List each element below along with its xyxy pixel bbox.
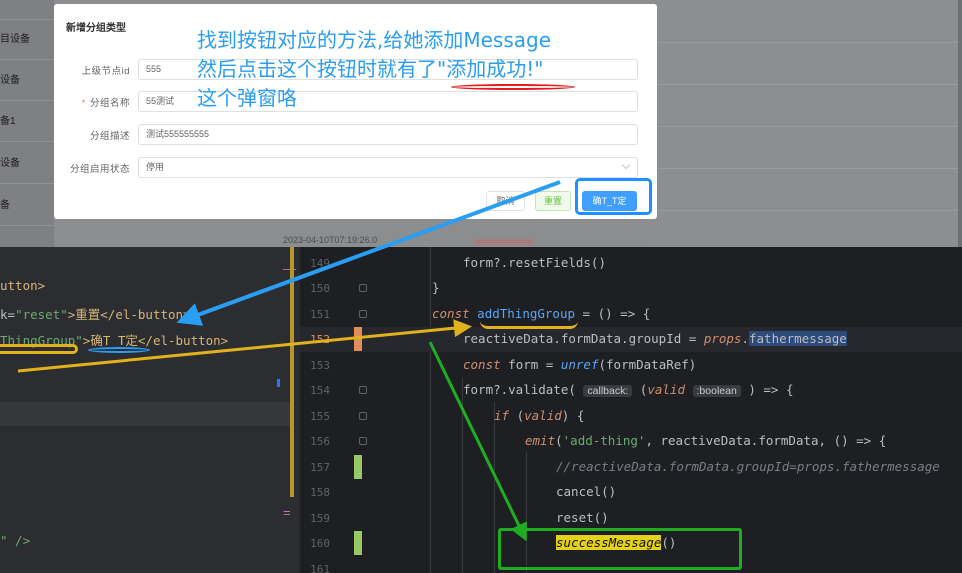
- fold-icon[interactable]: [359, 437, 367, 445]
- code-row: 150 }: [300, 276, 962, 301]
- code-text: form?.validate( callback: (valid :boolea…: [463, 382, 794, 397]
- code-text: if (valid) {: [494, 408, 585, 423]
- form-row-status: 分组启用状态 停用: [54, 157, 657, 179]
- yellow-underline: [480, 321, 578, 329]
- change-marker: [354, 531, 362, 555]
- required-star: *: [81, 98, 86, 109]
- line-number: 156: [310, 435, 330, 448]
- code-text: reset(): [556, 510, 609, 525]
- sidebar-item[interactable]: 设备: [0, 144, 54, 184]
- line-number: 153: [310, 359, 330, 372]
- code-row: 154 form?.validate( callback: (valid :bo…: [300, 378, 962, 403]
- line-number: 152: [310, 333, 330, 346]
- sidebar-item[interactable]: 设备: [0, 61, 54, 101]
- sidebar-item[interactable]: 备1: [0, 102, 54, 142]
- field-label: 上级节点id: [81, 66, 130, 77]
- line-number: 160: [310, 537, 330, 550]
- code-row: 152 reactiveData.formData.groupId = prop…: [300, 327, 962, 352]
- field-label: * 分组名称: [82, 95, 130, 109]
- line-number: 158: [310, 486, 330, 499]
- code-text: emit('add-thing', reactiveData.formData,…: [525, 433, 887, 448]
- yellow-underline: [0, 344, 78, 354]
- blue-underline: [88, 347, 150, 353]
- reset-button[interactable]: 重置: [535, 191, 571, 211]
- code-line: k="reset">重置</el-button>: [0, 307, 191, 322]
- select-value: 停用: [146, 162, 165, 172]
- scroll-indicator[interactable]: [290, 247, 294, 497]
- chevron-down-icon: [621, 160, 631, 170]
- sidebar-item[interactable]: 目设备: [0, 20, 54, 60]
- fold-icon[interactable]: [359, 412, 367, 420]
- code-text: //reactiveData.formData.groupId=props.fa…: [556, 459, 940, 474]
- group-desc-input[interactable]: 测试555555555: [138, 124, 638, 145]
- code-line: " />: [0, 533, 31, 548]
- sidebar-item[interactable]: [0, 0, 54, 20]
- line-number: 151: [310, 308, 330, 321]
- code-row: 156 emit('add-thing', reactiveData.formD…: [300, 429, 962, 454]
- sidebar-item[interactable]: 备: [0, 186, 54, 226]
- code-text: const addThingGroup = () => {: [432, 306, 651, 321]
- annotation-line: 找到按钮对应的方法,给她添加Message: [197, 28, 552, 52]
- current-line-highlight: [0, 402, 290, 426]
- line-number: 157: [310, 461, 330, 474]
- change-marker: [354, 327, 362, 351]
- change-marker: [354, 455, 362, 479]
- timestamp-text: 2023-04-10T07:19:26.0: [283, 235, 378, 245]
- cancel-button[interactable]: 取消: [486, 191, 525, 211]
- green-highlight-box: [498, 528, 742, 570]
- script-pane: 149 form?.resetFields() 150 } 151 const …: [300, 247, 962, 573]
- form-row-group-desc: 分组描述 测试555555555: [54, 124, 657, 146]
- fold-icon[interactable]: [359, 284, 367, 292]
- field-label: 分组描述: [89, 131, 130, 142]
- confirm-highlight-box: [575, 178, 652, 215]
- red-underline: [451, 84, 575, 90]
- template-pane: utton> k="reset">重置</el-button> ThingGro…: [0, 247, 296, 573]
- change-marker-icon: =: [283, 505, 291, 520]
- dialog-title: 新增分组类型: [66, 23, 126, 34]
- fold-icon[interactable]: [359, 386, 367, 394]
- code-line: utton>: [0, 278, 46, 293]
- annotation-text: 找到按钮对应的方法,给她添加Message 然后点击这个按钮时就有了"添加成功!…: [197, 26, 551, 113]
- fold-icon[interactable]: [359, 310, 367, 318]
- line-number: 155: [310, 410, 330, 423]
- code-row: 158 cancel(): [300, 480, 962, 505]
- line-number: 154: [310, 384, 330, 397]
- code-row: 155 if (valid) {: [300, 404, 962, 429]
- code-row: 153 const form = unref(formDataRef): [300, 353, 962, 378]
- line-number: 149: [310, 257, 330, 270]
- field-label: 分组启用状态: [69, 164, 130, 175]
- code-row: 157 //reactiveData.formData.groupId=prop…: [300, 455, 962, 480]
- code-text: }: [432, 280, 440, 295]
- code-text: reactiveData.formData.groupId = props.fa…: [463, 331, 847, 346]
- status-tag: [474, 239, 534, 245]
- code-row: 149 form?.resetFields(): [300, 251, 962, 276]
- line-number: 150: [310, 282, 330, 295]
- code-row: 151 const addThingGroup = () => {: [300, 302, 962, 327]
- scrollbar[interactable]: [958, 0, 962, 247]
- status-select[interactable]: 停用: [138, 157, 638, 178]
- line-number: 159: [310, 512, 330, 525]
- marker-icon: [277, 379, 280, 387]
- code-editor: utton> k="reset">重置</el-button> ThingGro…: [0, 247, 962, 573]
- content-area: [655, 0, 962, 247]
- annotation-line: 然后点击这个按钮时就有了"添加成功!": [197, 57, 544, 81]
- field-label-text: 分组名称: [89, 98, 130, 109]
- line-number: 161: [310, 563, 330, 573]
- sidebar: 目设备 设备 备1 设备 备: [0, 0, 54, 247]
- code-text: const form = unref(formDataRef): [463, 357, 697, 372]
- code-text: cancel(): [556, 484, 617, 499]
- code-text: form?.resetFields(): [463, 255, 606, 270]
